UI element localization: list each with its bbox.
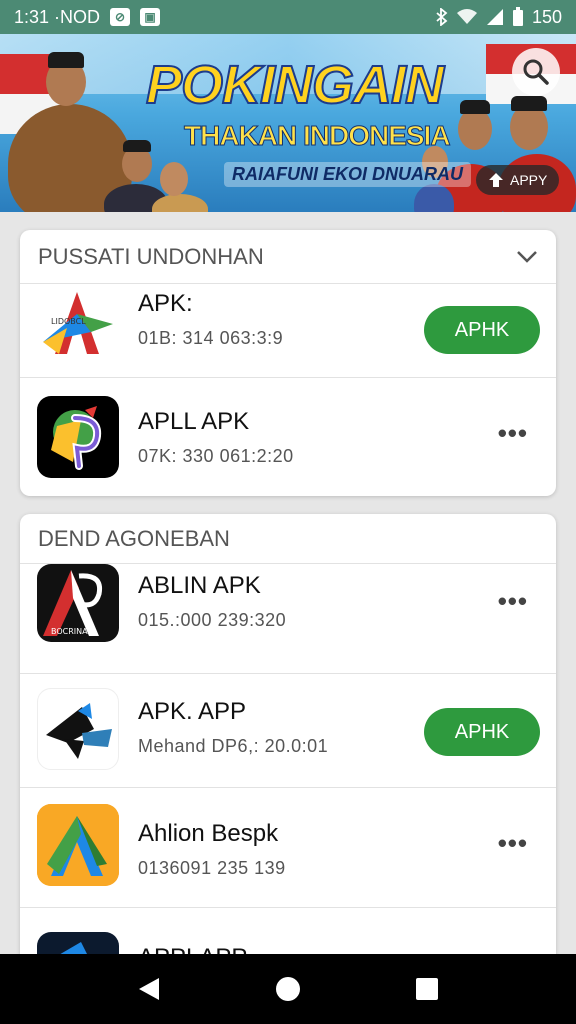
promo-banner[interactable]: POKINGAIN THAKAN INDONESIA RAIAFUNI EKOI… [0, 34, 576, 212]
back-icon[interactable] [137, 976, 161, 1002]
app-icon [37, 804, 119, 886]
navigation-bar [0, 954, 576, 1024]
chevron-down-icon[interactable] [516, 250, 538, 264]
item-text: ABLIN APK 015.:000 239:320 [138, 572, 286, 631]
section-card-1: PUSSATI UNDONHAN LIDOBCL APK: 01B: 314 0… [20, 230, 556, 496]
apply-icon [489, 173, 503, 187]
section-card-2: DEND AGONEBAN BOCRINAD ABLIN APK 015.:00… [20, 514, 556, 974]
battery-icon [512, 7, 523, 26]
app-meta: 015.:000 239:320 [138, 610, 287, 630]
search-icon [523, 59, 549, 85]
list-item[interactable]: BOCRINAD ABLIN APK 015.:000 239:320 ••• [20, 564, 556, 674]
app-name: ABLIN APK [138, 572, 261, 599]
home-icon[interactable] [275, 976, 301, 1002]
signal-icon [486, 9, 503, 25]
svg-text:LIDOBCL: LIDOBCL [51, 317, 86, 326]
section-header[interactable]: PUSSATI UNDONHAN [20, 230, 556, 284]
more-options-icon[interactable]: ••• [498, 586, 528, 617]
section-header[interactable]: DEND AGONEBAN [20, 514, 556, 564]
app-notification-icon: ▣ [140, 8, 161, 26]
app-icon [37, 396, 119, 478]
bluetooth-icon [436, 8, 448, 26]
app-name: APLL APK [138, 408, 250, 435]
wifi-icon [456, 9, 477, 24]
list-item[interactable]: LIDOBCL APK: 01B: 314 063:3:9 APHK [20, 284, 556, 378]
item-text: Ahlion Bespk 0136091 235 139 [138, 820, 286, 879]
banner-tagline: RAIAFUNI EKOI DNUARAU [224, 162, 471, 187]
app-name: Ahlion Bespk [138, 820, 279, 847]
app-icon [37, 688, 119, 770]
more-options-icon[interactable]: ••• [498, 418, 528, 449]
list-item[interactable]: APLL APK 07K: 330 061:2:20 ••• [20, 378, 556, 496]
get-apk-button[interactable]: APHK [424, 708, 540, 756]
svg-text:BOCRINAD: BOCRINAD [51, 627, 94, 636]
recents-icon[interactable] [415, 977, 439, 1001]
apply-chip[interactable]: APPY [476, 165, 560, 195]
status-bar: 1:31 ·NOD ⊘ ▣ 150 [0, 0, 576, 34]
section-title: PUSSATI UNDONHAN [38, 243, 264, 269]
list-item[interactable]: Ahlion Bespk 0136091 235 139 ••• [20, 788, 556, 908]
battery-level: 150 [531, 6, 562, 27]
apply-chip-label: APPY [510, 172, 548, 188]
app-meta: 07K: 330 061:2:20 [138, 446, 294, 466]
item-text: APLL APK 07K: 330 061:2:20 [138, 408, 294, 467]
app-icon: BOCRINAD [37, 564, 119, 642]
item-text: APK: 01B: 314 063:3:9 [138, 290, 283, 349]
more-options-icon[interactable]: ••• [498, 828, 528, 859]
app-meta: 01B: 314 063:3:9 [138, 328, 284, 348]
app-icon: LIDOBCL [37, 284, 119, 364]
app-meta: Mehand DP6,: 20.0:01 [138, 736, 329, 756]
app-name: APK. APP [138, 698, 247, 725]
banner-title: POKINGAIN [145, 54, 445, 116]
app-name: APK: [138, 290, 193, 317]
app-meta: 0136091 235 139 [138, 858, 286, 878]
banner-subtitle: THAKAN INDONESIA [184, 120, 452, 152]
search-button[interactable] [512, 48, 560, 96]
item-text: APK. APP Mehand DP6,: 20.0:01 [138, 698, 328, 757]
section-title: DEND AGONEBAN [38, 525, 230, 551]
notification-icon: ⊘ [110, 8, 131, 26]
status-time: 1:31 ·NOD [14, 6, 101, 27]
list-item[interactable]: APK. APP Mehand DP6,: 20.0:01 APHK [20, 674, 556, 788]
get-apk-button[interactable]: APHK [424, 306, 540, 354]
